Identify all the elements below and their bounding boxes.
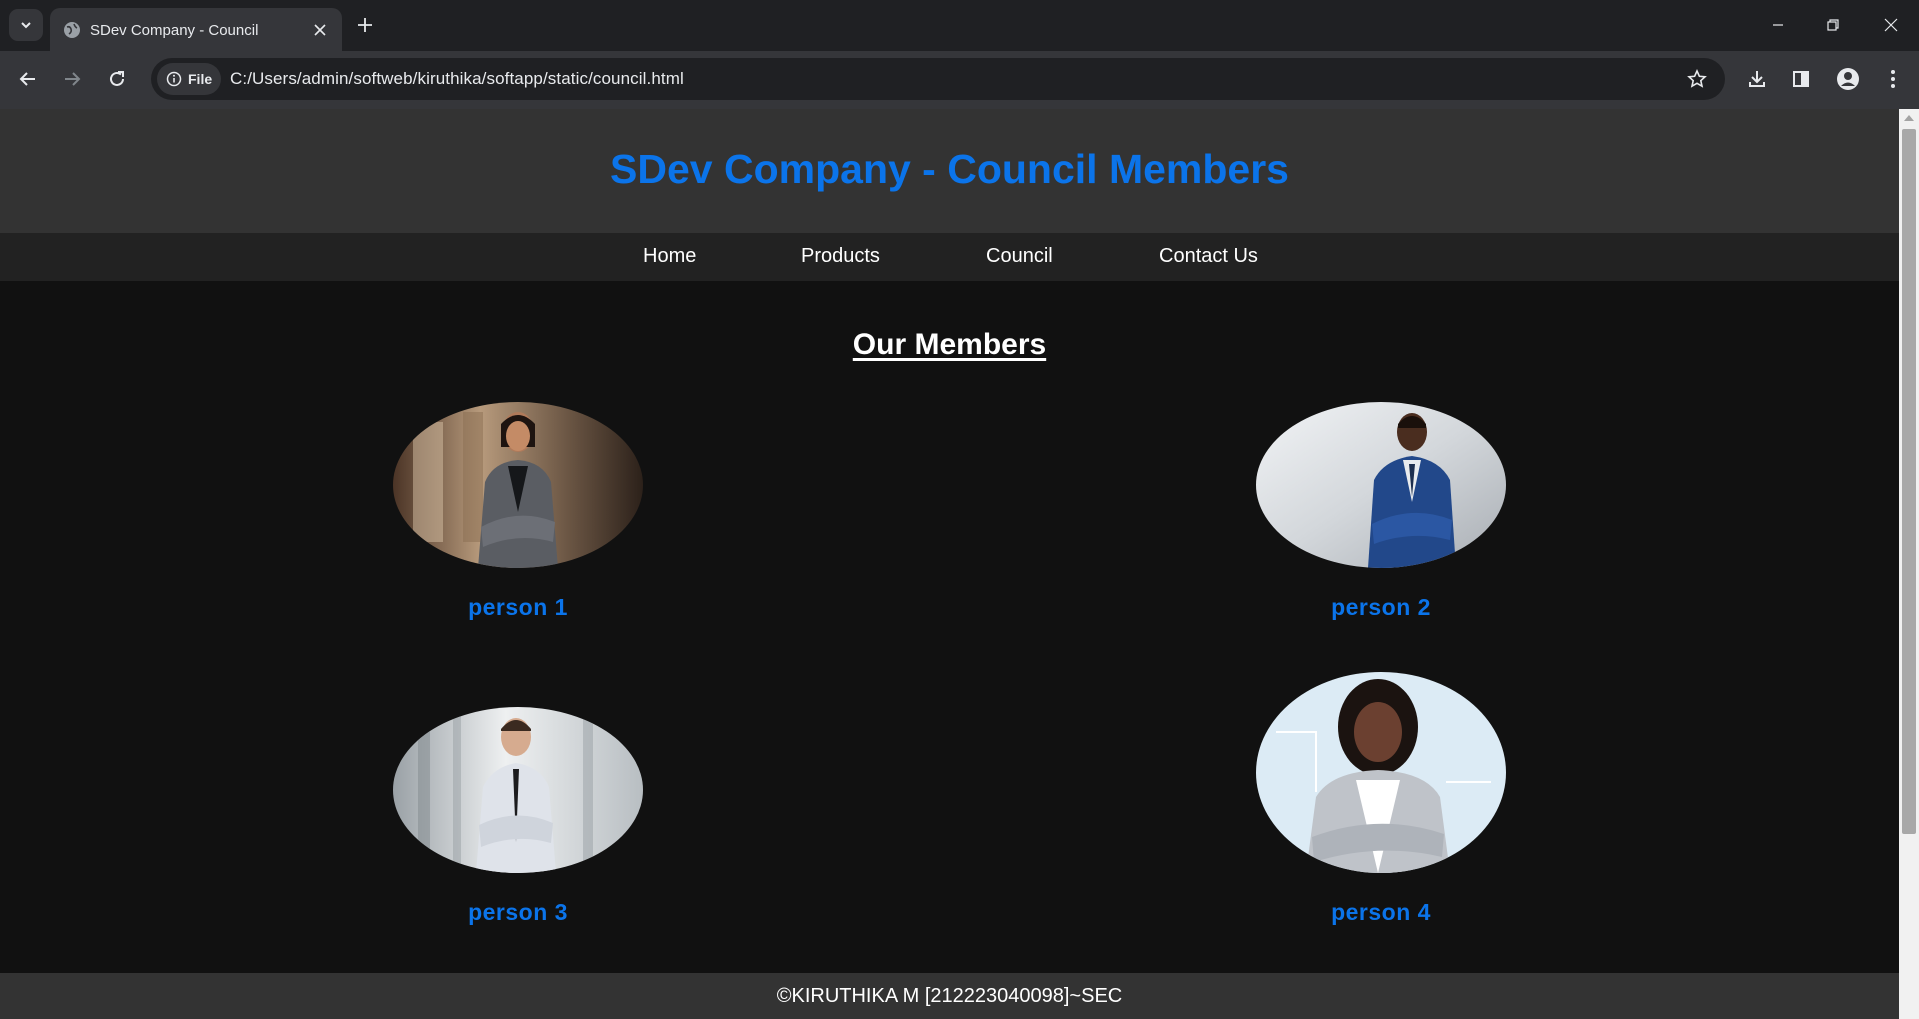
star-icon [1687,69,1707,88]
downloads-button[interactable] [1740,62,1774,96]
nav-link-home[interactable]: Home [643,245,696,268]
plus-icon [358,18,372,32]
restore-button[interactable] [1810,9,1856,41]
member-name[interactable]: person 3 [393,899,643,926]
more-vertical-icon [1891,70,1895,88]
profile-icon [1837,68,1859,90]
close-window-button[interactable] [1868,9,1914,41]
nav-link-contact[interactable]: Contact Us [1159,245,1258,268]
reload-icon [110,71,124,86]
section-title: Our Members [852,328,1047,361]
arrow-left-icon [19,72,35,86]
chevron-down-icon [21,22,31,29]
reload-button[interactable] [100,62,134,96]
nav-link-council[interactable]: Council [986,245,1053,268]
site-footer: ©KIRUTHIKA M [212223040098]~SEC [0,973,1899,1019]
globe-icon [64,22,80,38]
url-text[interactable]: C:/Users/admin/softweb/kiruthika/softapp… [230,69,684,89]
member-card: person 1 [393,402,643,621]
minimize-button[interactable] [1755,9,1801,41]
footer-text: ©KIRUTHIKA M [212223040098]~SEC [776,985,1123,1007]
minimize-icon [1773,24,1783,26]
forward-button[interactable] [55,62,89,96]
browser-tab[interactable]: SDev Company - Council [50,8,342,51]
side-panel-icon [1793,71,1809,87]
member-name[interactable]: person 1 [393,594,643,621]
tab-search-button[interactable] [9,9,43,41]
scroll-up-icon[interactable] [1904,115,1914,121]
member-photo [393,402,643,568]
nav-link-products[interactable]: Products [801,245,880,268]
member-name[interactable]: person 4 [1256,899,1506,926]
member-name[interactable]: person 2 [1256,594,1506,621]
close-icon [1884,18,1898,32]
bookmark-button[interactable] [1685,67,1709,91]
profile-button[interactable] [1831,62,1865,96]
member-card: person 4 [1256,672,1506,926]
arrow-right-icon [65,72,81,86]
vertical-scrollbar[interactable] [1899,109,1919,1019]
member-card: person 3 [393,707,643,926]
restore-icon [1827,19,1839,31]
side-panel-button[interactable] [1784,62,1818,96]
address-bar[interactable]: File C:/Users/admin/softweb/kiruthika/so… [151,58,1725,100]
site-nav: Home Products Council Contact Us [0,233,1899,281]
site-header: SDev Company - Council Members [0,109,1899,233]
download-icon [1749,71,1765,87]
member-card: person 2 [1256,402,1506,621]
menu-button[interactable] [1876,62,1910,96]
page-title: SDev Company - Council Members [610,146,1289,192]
scrollbar-thumb[interactable] [1902,129,1916,834]
site-info-chip[interactable]: File [157,63,221,95]
site-info-label: File [188,71,213,87]
info-icon [166,71,182,87]
member-photo [1256,402,1506,568]
tab-close-button[interactable] [308,18,332,42]
close-icon [314,24,326,36]
web-page: SDev Company - Council Members Home Prod… [0,109,1899,1019]
member-photo [393,707,643,873]
tab-title: SDev Company - Council [90,22,259,39]
member-photo [1256,672,1506,873]
new-tab-button[interactable] [351,11,379,39]
back-button[interactable] [11,62,45,96]
tab-strip: SDev Company - Council [0,0,1919,51]
